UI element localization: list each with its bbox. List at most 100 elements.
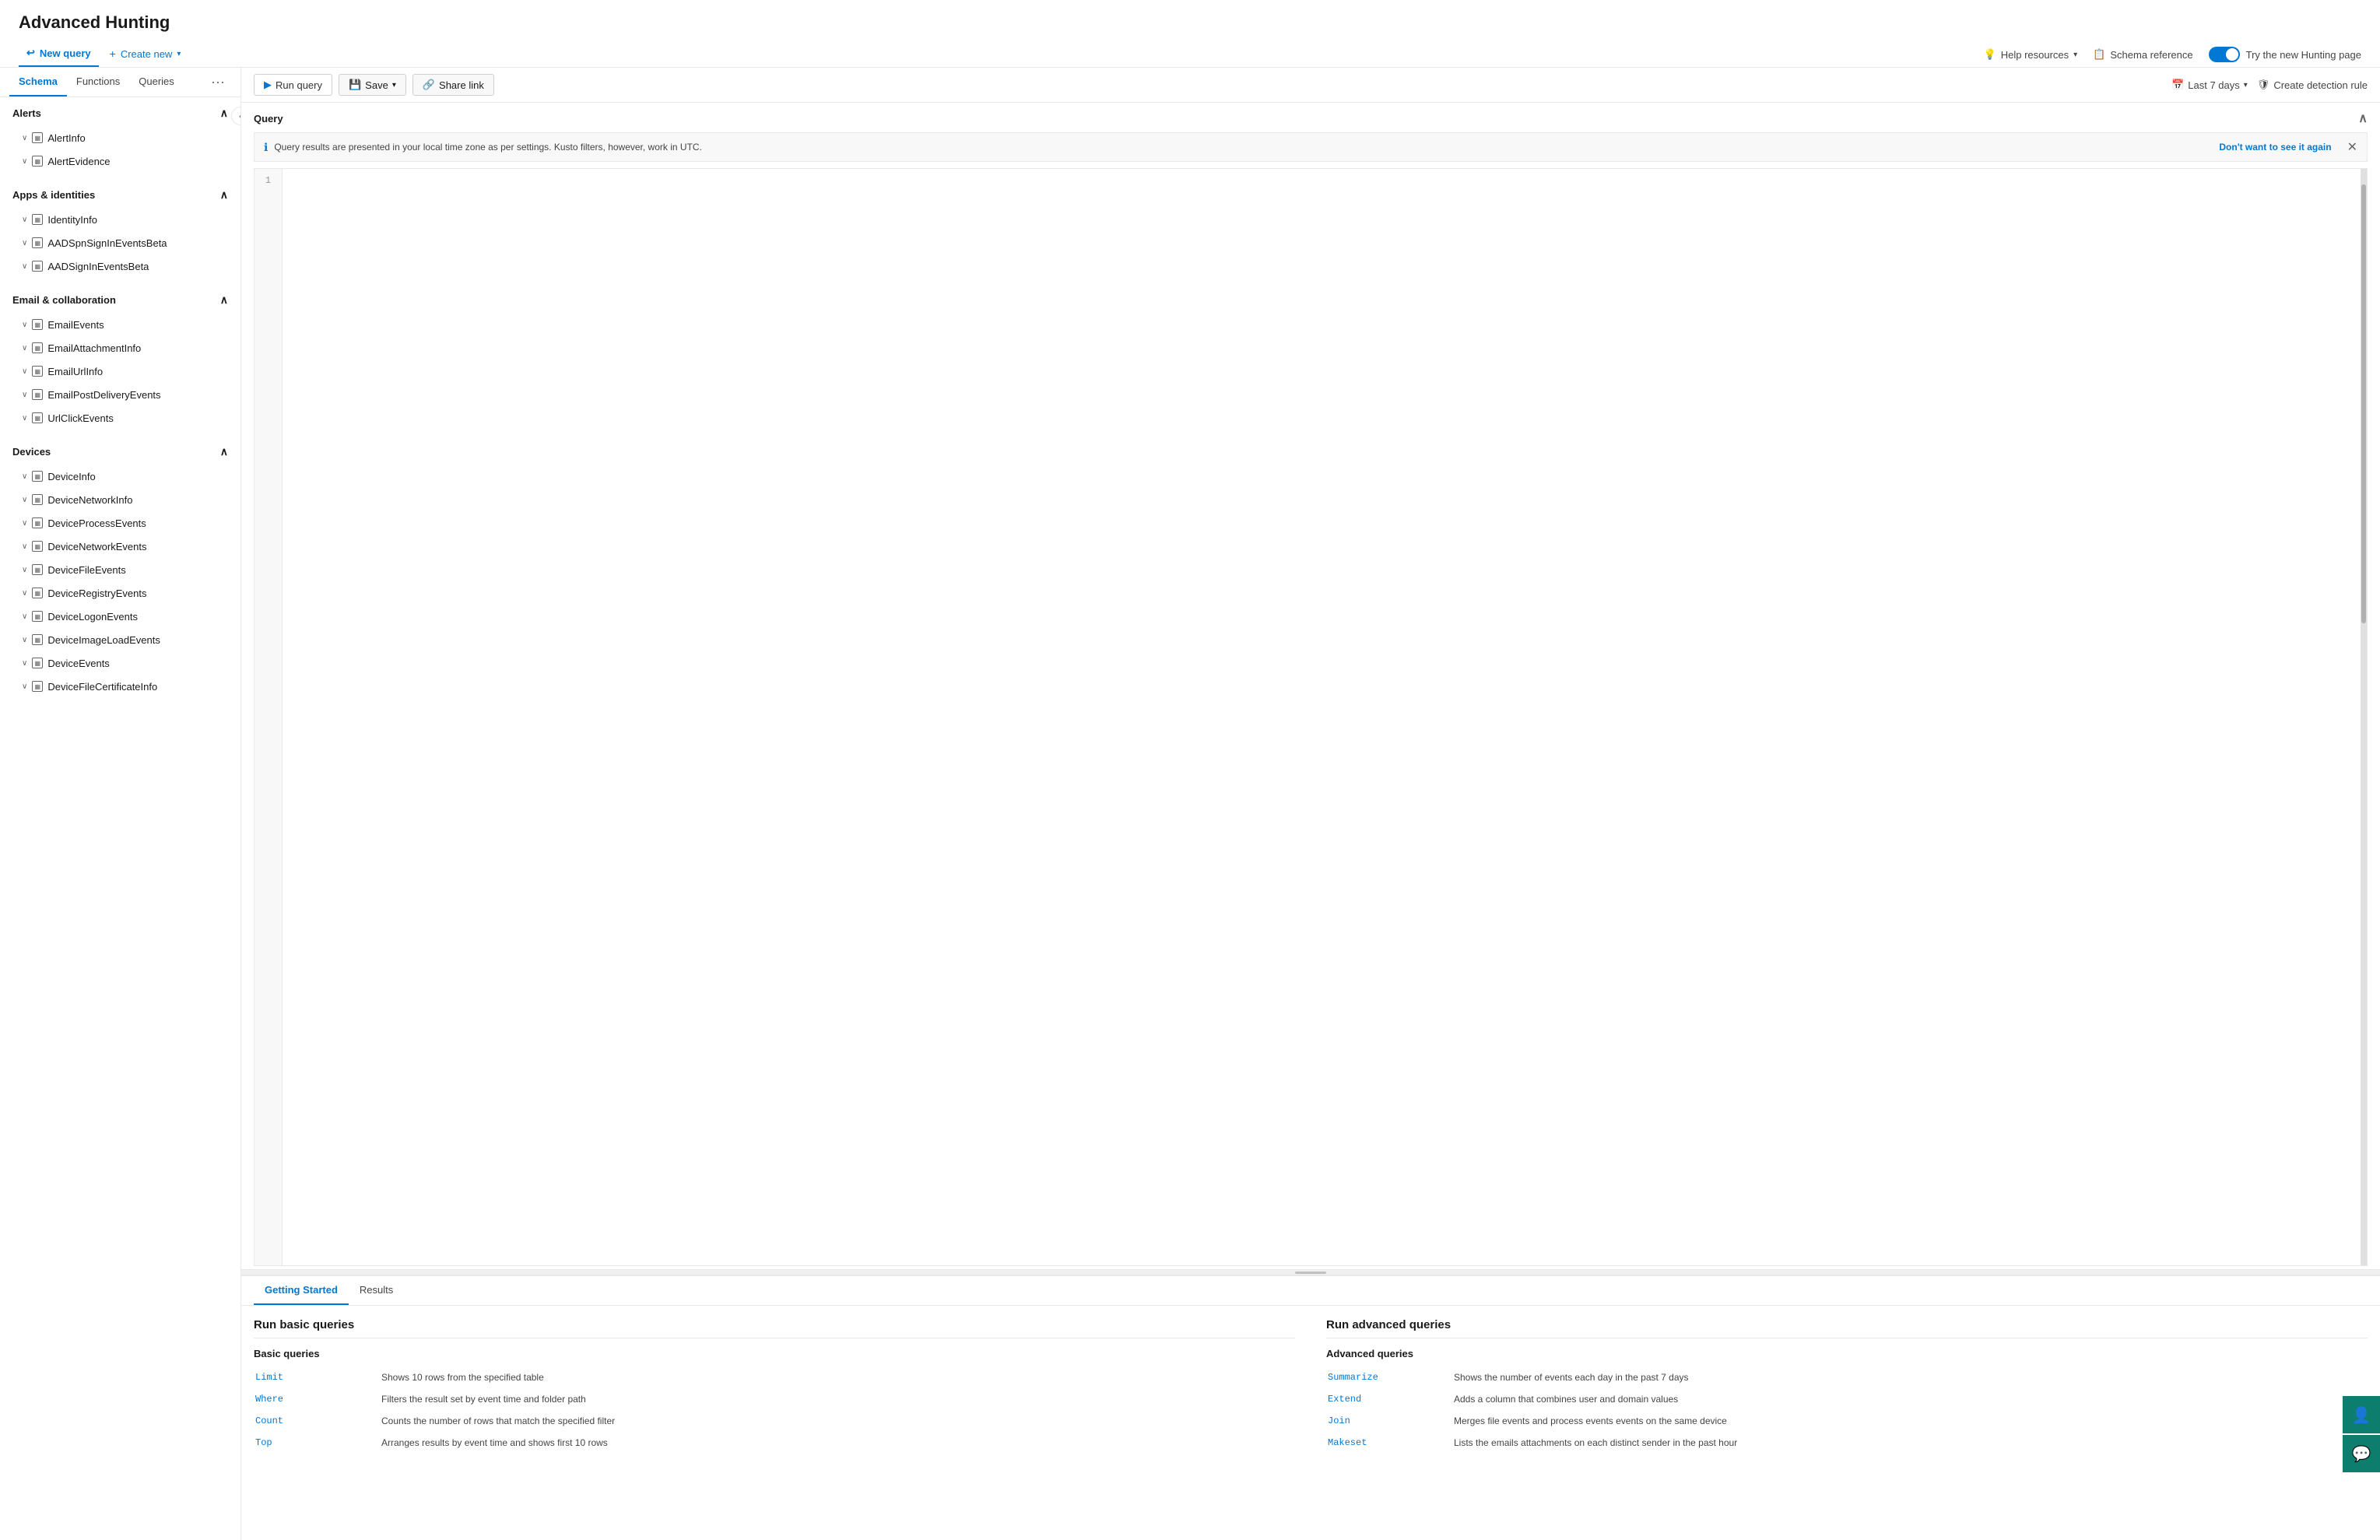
schema-item-devicefilecert[interactable]: ∨ ▦ DeviceFileCertificateInfo ⋮	[0, 675, 240, 698]
cmd-summarize[interactable]: Summarize	[1328, 1367, 1452, 1387]
schema-reference-btn[interactable]: 📋 Schema reference	[2093, 48, 2192, 61]
deviceinfo-label: DeviceInfo	[47, 471, 95, 482]
schema-item-aadspnsignin[interactable]: ∨ ▦ AADSpnSignInEventsBeta ⋮	[0, 231, 240, 254]
schema-item-deviceevents[interactable]: ∨ ▦ DeviceEvents ⋮	[0, 651, 240, 675]
cmd-makeset[interactable]: Makeset	[1328, 1433, 1452, 1453]
query-textarea[interactable]	[289, 175, 2361, 1259]
schema-item-devicenetworkevents[interactable]: ∨ ▦ DeviceNetworkEvents ⋮	[0, 535, 240, 558]
tab-results[interactable]: Results	[349, 1276, 404, 1305]
table-icon: ▦	[32, 412, 43, 423]
schema-item-devicelogonevents[interactable]: ∨ ▦ DeviceLogonEvents ⋮	[0, 605, 240, 628]
create-new-tab[interactable]: + Create new ▾	[102, 43, 189, 66]
query-editor[interactable]: 1	[254, 168, 2368, 1266]
notification-text: Query results are presented in your loca…	[274, 142, 2213, 153]
cmd-join[interactable]: Join	[1328, 1411, 1452, 1431]
help-resources-btn[interactable]: 💡 Help resources ▾	[1984, 48, 2078, 61]
table-icon: ▦	[32, 564, 43, 575]
schema-group-devices[interactable]: Devices ∧	[0, 436, 240, 465]
dismiss-action[interactable]: Don't want to see it again	[2219, 142, 2331, 153]
table-row: Where Filters the result set by event ti…	[255, 1389, 1294, 1409]
schema-item-devicefileevents[interactable]: ∨ ▦ DeviceFileEvents ⋮	[0, 558, 240, 581]
cmd-count[interactable]: Count	[255, 1411, 380, 1431]
new-query-icon: ↩	[26, 47, 35, 59]
info-icon: ℹ	[264, 141, 268, 154]
query-editor-content[interactable]	[283, 169, 2367, 1265]
table-row: Limit Shows 10 rows from the specified t…	[255, 1367, 1294, 1387]
cmd-where[interactable]: Where	[255, 1389, 380, 1409]
getting-started: Run basic queries Basic queries Limit Sh…	[254, 1318, 2368, 1454]
schema-item-alertevidence[interactable]: ∨ ▦ AlertEvidence ⋮	[0, 149, 240, 173]
schema-group-email[interactable]: Email & collaboration ∧	[0, 284, 240, 313]
cmd-extend[interactable]: Extend	[1328, 1389, 1452, 1409]
floating-chat-btn[interactable]: 💬	[2343, 1435, 2380, 1472]
table-icon: ▦	[32, 494, 43, 505]
floating-buttons: 👤 💬	[2343, 1396, 2380, 1472]
basic-queries-title: Run basic queries	[254, 1318, 1295, 1338]
schema-item-deviceregistryevents[interactable]: ∨ ▦ DeviceRegistryEvents ⋮	[0, 581, 240, 605]
tab-getting-started[interactable]: Getting Started	[254, 1276, 349, 1305]
table-icon: ▦	[32, 132, 43, 143]
cmd-top[interactable]: Top	[255, 1433, 380, 1453]
desc-makeset: Lists the emails attachments on each dis…	[1454, 1433, 2366, 1453]
time-range-selector[interactable]: 📅 Last 7 days ▾	[2171, 79, 2248, 91]
chevron-icon: ∨	[22, 682, 27, 691]
save-btn[interactable]: 💾 Save ▾	[339, 74, 406, 96]
schema-item-devicenetworkinfo[interactable]: ∨ ▦ DeviceNetworkInfo ⋮	[0, 488, 240, 511]
schema-item-identityinfo[interactable]: ∨ ▦ IdentityInfo ⋮	[0, 208, 240, 231]
schema-group-alerts[interactable]: Alerts ∧	[0, 97, 240, 126]
deviceimageload-label: DeviceImageLoadEvents	[47, 634, 160, 646]
deviceregistryevents-label: DeviceRegistryEvents	[47, 588, 146, 599]
devices-label: Devices	[12, 446, 51, 458]
schema-item-emailevents[interactable]: ∨ ▦ EmailEvents ⋮	[0, 313, 240, 336]
schema-item-deviceinfo[interactable]: ∨ ▦ DeviceInfo ⋮	[0, 465, 240, 488]
table-icon: ▦	[32, 261, 43, 272]
share-link-btn[interactable]: 🔗 Share link	[412, 74, 494, 96]
toggle-control[interactable]	[2209, 47, 2240, 62]
email-collab-items: ∨ ▦ EmailEvents ⋮ ∨ ▦ EmailAttachmentInf…	[0, 313, 240, 430]
chevron-icon: ∨	[22, 367, 27, 376]
floating-user-btn[interactable]: 👤	[2343, 1396, 2380, 1433]
apps-identities-label: Apps & identities	[12, 189, 95, 201]
schema-item-urlclick[interactable]: ∨ ▦ UrlClickEvents ⋮	[0, 406, 240, 430]
table-icon: ▦	[32, 611, 43, 622]
header-right: 💡 Help resources ▾ 📋 Schema reference Tr…	[1984, 47, 2361, 62]
schema-item-emailurl[interactable]: ∨ ▦ EmailUrlInfo ⋮	[0, 360, 240, 383]
tab-functions[interactable]: Functions	[67, 68, 129, 96]
create-detection-label: Create detection rule	[2273, 79, 2368, 91]
tab-schema[interactable]: Schema	[9, 68, 67, 96]
new-query-label: New query	[40, 47, 91, 59]
schema-reference-label: Schema reference	[2110, 49, 2192, 61]
schema-item-deviceprocessevents[interactable]: ∨ ▦ DeviceProcessEvents ⋮	[0, 511, 240, 535]
new-query-tab[interactable]: ↩ New query	[19, 42, 99, 67]
schema-group-apps-identities[interactable]: Apps & identities ∧	[0, 179, 240, 208]
resize-handle[interactable]	[241, 1269, 2380, 1275]
collapse-query-icon[interactable]: ∧	[2358, 111, 2368, 126]
book-icon: 📋	[2093, 48, 2105, 61]
close-notification-icon[interactable]: ✕	[2347, 139, 2357, 155]
sidebar: Schema Functions Queries ··· ‹ Alerts ∧ …	[0, 68, 241, 1540]
alertevidence-label: AlertEvidence	[47, 156, 110, 167]
line-numbers: 1	[254, 169, 283, 1265]
chevron-icon: ∨	[22, 659, 27, 668]
schema-item-deviceimageload[interactable]: ∨ ▦ DeviceImageLoadEvents ⋮	[0, 628, 240, 651]
sidebar-more-btn[interactable]: ···	[205, 71, 231, 93]
cmd-limit[interactable]: Limit	[255, 1367, 380, 1387]
share-icon: 🔗	[423, 79, 435, 91]
schema-item-emailattachment[interactable]: ∨ ▦ EmailAttachmentInfo ⋮	[0, 336, 240, 360]
schema-section: Alerts ∧ ∨ ▦ AlertInfo ⋮ ∨ ▦ AlertEv	[0, 97, 240, 698]
new-hunting-toggle[interactable]: Try the new Hunting page	[2209, 47, 2361, 62]
create-detection-btn[interactable]: 🛡 Create detection rule	[2257, 79, 2368, 91]
tab-queries[interactable]: Queries	[129, 68, 184, 96]
line-number-1: 1	[265, 175, 271, 186]
devicenetworkevents-label: DeviceNetworkEvents	[47, 541, 146, 553]
table-icon: ▦	[32, 389, 43, 400]
table-icon: ▦	[32, 634, 43, 645]
apps-identities-items: ∨ ▦ IdentityInfo ⋮ ∨ ▦ AADSpnSignInEvent…	[0, 208, 240, 278]
schema-item-alertinfo[interactable]: ∨ ▦ AlertInfo ⋮	[0, 126, 240, 149]
chevron-icon: ∨	[22, 239, 27, 247]
run-query-btn[interactable]: ▶ Run query	[254, 74, 332, 96]
sidebar-tabs: Schema Functions Queries ···	[0, 68, 240, 97]
chevron-icon: ∨	[22, 134, 27, 142]
schema-item-emailpostdelivery[interactable]: ∨ ▦ EmailPostDeliveryEvents ⋮	[0, 383, 240, 406]
schema-item-aadsignin[interactable]: ∨ ▦ AADSignInEventsBeta ⋮	[0, 254, 240, 278]
